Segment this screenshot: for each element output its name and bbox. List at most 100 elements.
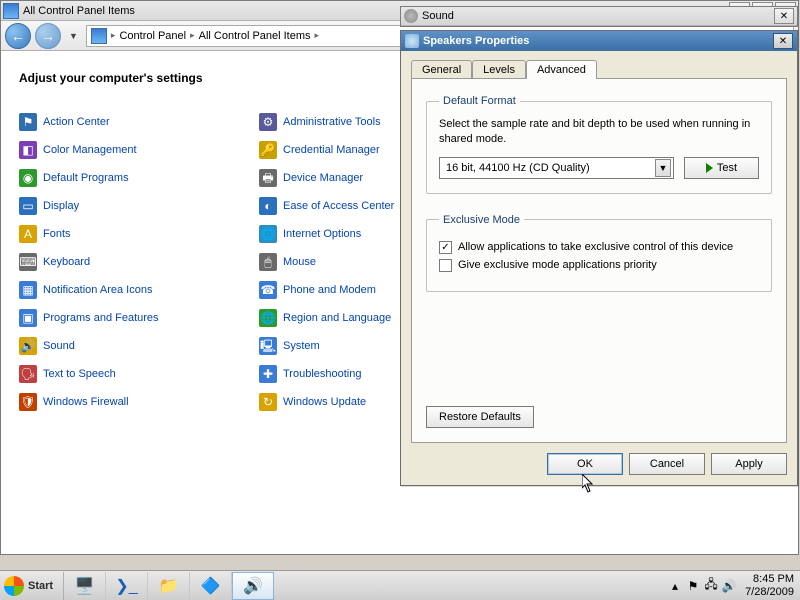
item-icon: 🔑: [259, 141, 277, 159]
properties-close-button[interactable]: ✕: [773, 33, 793, 49]
item-icon: ⌨: [19, 253, 37, 271]
item-label: Mouse: [283, 254, 316, 270]
item-label: Notification Area Icons: [43, 282, 152, 298]
item-icon: 🌐: [259, 225, 277, 243]
exclusive-mode-legend: Exclusive Mode: [439, 214, 524, 226]
sample-rate-select[interactable]: 16 bit, 44100 Hz (CD Quality) ▼: [439, 157, 674, 179]
item-label: Credential Manager: [283, 142, 380, 158]
back-button[interactable]: ←: [5, 23, 31, 49]
item-icon: 🔊: [19, 337, 37, 355]
forward-button[interactable]: →: [35, 23, 61, 49]
taskbar-explorer[interactable]: 📁: [148, 572, 190, 600]
tray-flag-icon[interactable]: ⚑: [685, 578, 701, 594]
item-icon: 🖶: [259, 169, 277, 187]
tray-expand-icon[interactable]: ▴: [667, 578, 683, 594]
exclusive-priority-checkbox[interactable]: [439, 259, 452, 272]
sound-icon: [404, 9, 418, 23]
control-panel-icon: [3, 3, 19, 19]
control-panel-item[interactable]: 🗣Text to Speech: [19, 365, 259, 383]
exclusive-control-checkbox[interactable]: ✓: [439, 241, 452, 254]
control-panel-item[interactable]: ⚑ Action Center: [19, 113, 259, 131]
properties-title: Speakers Properties: [423, 35, 529, 47]
item-icon: 🛡: [19, 393, 37, 411]
control-panel-item[interactable]: ◉Default Programs: [19, 169, 259, 187]
taskbar-powershell[interactable]: ❯_: [106, 572, 148, 600]
control-panel-item[interactable]: A Fonts: [19, 225, 259, 243]
default-format-group: Default Format Select the sample rate an…: [426, 95, 772, 194]
control-panel-item[interactable]: 🔊 Sound: [19, 337, 259, 355]
tray-network-icon[interactable]: 🖧: [703, 578, 719, 594]
dropdown-icon[interactable]: ▼: [655, 159, 671, 177]
sound-title: Sound: [422, 10, 454, 22]
start-label: Start: [28, 580, 53, 592]
control-panel-item[interactable]: ▦ Notification Area Icons: [19, 281, 259, 299]
item-label: Action Center: [43, 114, 110, 130]
item-icon: ▭: [19, 197, 37, 215]
control-panel-item[interactable]: ▣ Programs and Features: [19, 309, 259, 327]
taskbar-server-manager[interactable]: 🖥️: [64, 572, 106, 600]
item-icon: ▦: [19, 281, 37, 299]
item-icon: ⚑: [19, 113, 37, 131]
item-icon: ⚙: [259, 113, 277, 131]
tab-panel-advanced: Default Format Select the sample rate an…: [411, 78, 787, 443]
item-label: Sound: [43, 338, 75, 354]
default-format-desc: Select the sample rate and bit depth to …: [439, 117, 759, 147]
tray-volume-icon[interactable]: 🔊: [721, 578, 737, 594]
sound-dialog: Sound ✕: [400, 6, 798, 27]
speaker-icon: [405, 34, 419, 48]
item-icon: ↻: [259, 393, 277, 411]
start-button[interactable]: Start: [0, 572, 64, 600]
item-label: Keyboard: [43, 254, 90, 270]
sample-rate-value: 16 bit, 44100 Hz (CD Quality): [446, 162, 590, 174]
item-label: Troubleshooting: [283, 366, 361, 382]
item-label: Internet Options: [283, 226, 361, 242]
properties-titlebar[interactable]: Speakers Properties ✕: [401, 31, 797, 51]
cancel-button[interactable]: Cancel: [629, 453, 705, 475]
tabs-row: General Levels Advanced: [401, 51, 797, 78]
tab-advanced[interactable]: Advanced: [526, 60, 597, 79]
breadcrumb-root[interactable]: Control Panel: [119, 30, 186, 42]
play-icon: [706, 163, 713, 173]
item-icon: ◐: [259, 197, 277, 215]
sound-close-button[interactable]: ✕: [774, 8, 794, 24]
control-panel-item[interactable]: ▭ Display: [19, 197, 259, 215]
item-icon: 🌐: [259, 309, 277, 327]
item-icon: ▣: [19, 309, 37, 327]
ok-button[interactable]: OK: [547, 453, 623, 475]
item-label: Windows Firewall: [43, 394, 129, 410]
control-panel-item[interactable]: ⌨ Keyboard: [19, 253, 259, 271]
dialog-buttons: OK Cancel Apply: [401, 453, 797, 485]
restore-defaults-button[interactable]: Restore Defaults: [426, 406, 534, 428]
item-label: Windows Update: [283, 394, 366, 410]
item-icon: 🖱: [259, 253, 277, 271]
test-button[interactable]: Test: [684, 157, 759, 179]
test-label: Test: [717, 162, 737, 174]
item-label: Text to Speech: [43, 366, 116, 382]
exclusive-mode-group: Exclusive Mode ✓ Allow applications to t…: [426, 214, 772, 292]
item-icon: ◉: [19, 169, 37, 187]
control-panel-item[interactable]: 🛡 Windows Firewall: [19, 393, 259, 411]
control-panel-item[interactable]: ◧Color Management: [19, 141, 259, 159]
item-icon: 🖳: [259, 337, 277, 355]
clock[interactable]: 8:45 PM 7/28/2009: [745, 573, 794, 597]
breadcrumb-leaf[interactable]: All Control Panel Items: [199, 30, 311, 42]
apply-button[interactable]: Apply: [711, 453, 787, 475]
item-icon: ✚: [259, 365, 277, 383]
item-label: Color Management: [43, 142, 137, 158]
tab-levels[interactable]: Levels: [472, 60, 526, 79]
windows-logo-icon: [4, 576, 24, 596]
item-icon: ☎: [259, 281, 277, 299]
item-label: Phone and Modem: [283, 282, 376, 298]
sound-titlebar[interactable]: Sound ✕: [401, 7, 797, 26]
item-icon: A: [19, 225, 37, 243]
default-format-legend: Default Format: [439, 95, 520, 107]
system-tray: ▴ ⚑ 🖧 🔊 8:45 PM 7/28/2009: [667, 572, 800, 600]
item-label: Programs and Features: [43, 310, 159, 326]
clock-date: 7/28/2009: [745, 586, 794, 598]
item-label: Display: [43, 198, 79, 214]
nav-history-dropdown[interactable]: ▼: [65, 31, 82, 41]
taskbar-control-panel[interactable]: 🔷: [190, 572, 232, 600]
item-label: Fonts: [43, 226, 71, 242]
taskbar-sound[interactable]: 🔊: [232, 572, 274, 600]
tab-general[interactable]: General: [411, 60, 472, 79]
